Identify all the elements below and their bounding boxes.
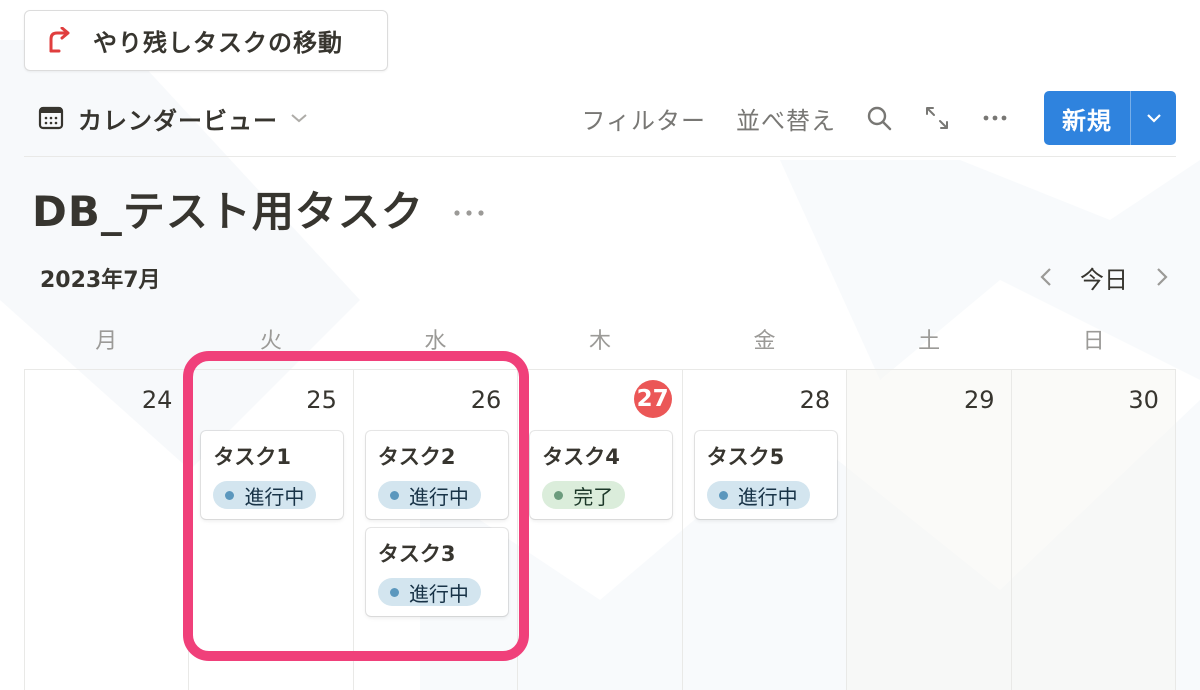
task-card[interactable]: タスク2 進行中 (365, 431, 508, 519)
day-number: 28 (799, 386, 831, 414)
weekday-label: 木 (588, 329, 611, 354)
new-button-label[interactable]: 新規 (1044, 91, 1130, 145)
status-label: 進行中 (408, 484, 469, 509)
task-title: タスク1 (213, 445, 292, 469)
chevron-right-icon[interactable] (1154, 266, 1170, 288)
day-cell[interactable]: 29 (847, 370, 1012, 690)
toolbar-actions: フィルター 並べ替え 新規 (581, 91, 1176, 145)
chevron-left-icon[interactable] (1038, 266, 1054, 288)
today-day-number: 27 (633, 380, 672, 418)
weekday-label: 火 (259, 329, 282, 354)
move-unfinished-tasks-button[interactable]: やり残しタスクの移動 (24, 10, 388, 71)
day-number: 26 (470, 386, 502, 414)
month-label: 2023年7月 (40, 268, 161, 293)
status-badge: 完了 (542, 481, 626, 509)
day-cell[interactable]: 28 タスク5 進行中 (683, 370, 848, 690)
status-badge: 進行中 (377, 481, 481, 509)
status-dot (718, 490, 728, 500)
more-options-icon[interactable] (452, 208, 486, 218)
move-unfinished-tasks-label: やり残しタスクの移動 (93, 29, 343, 57)
status-dot (554, 490, 564, 500)
task-card[interactable]: タスク1 進行中 (201, 431, 344, 519)
status-badge: 進行中 (213, 481, 317, 509)
redirect-arrow-icon (49, 26, 70, 52)
task-card[interactable]: タスク5 進行中 (694, 431, 837, 519)
sort-button[interactable]: 並べ替え (736, 101, 836, 136)
task-title: タスク5 (706, 445, 785, 469)
day-cell-today[interactable]: 27 タスク4 完了 (518, 370, 683, 690)
weekday-header: 月 火 水 木 金 土 日 (24, 322, 1176, 362)
weekday-label: 水 (424, 329, 447, 354)
day-cell[interactable]: 30 (1011, 370, 1176, 690)
status-dot (389, 490, 399, 500)
status-badge: 進行中 (377, 578, 481, 606)
weekday-label: 土 (918, 329, 941, 354)
day-number: 25 (306, 386, 337, 414)
status-label: 進行中 (244, 484, 305, 509)
new-dropdown[interactable] (1130, 91, 1176, 145)
day-number: 24 (141, 386, 173, 414)
database-title[interactable]: DB_テスト用タスク (32, 178, 424, 239)
view-toolbar: カレンダービュー フィルター 並べ替え 新規 (24, 88, 1176, 154)
status-badge: 進行中 (706, 481, 810, 509)
weekday-label: 月 (95, 329, 118, 354)
task-title: タスク2 (377, 445, 456, 469)
task-card[interactable]: タスク3 進行中 (365, 528, 508, 616)
search-icon[interactable] (866, 105, 892, 131)
day-cell[interactable]: 24 (25, 370, 190, 690)
status-label: 完了 (573, 484, 614, 509)
task-title: タスク3 (377, 542, 456, 566)
day-number: 29 (963, 386, 995, 414)
day-cell[interactable]: 26 タスク2 進行中 タスク3 進行中 (354, 370, 519, 690)
day-number: 30 (1128, 386, 1159, 414)
weekday-label: 日 (1082, 329, 1105, 354)
toolbar-divider (24, 156, 1176, 157)
task-title: タスク4 (542, 445, 620, 469)
status-dot (389, 587, 399, 597)
status-dot (225, 490, 235, 500)
database-title-row: DB_テスト用タスク (32, 178, 486, 239)
chevron-down-icon (1146, 114, 1161, 123)
filter-button[interactable]: フィルター (581, 101, 706, 136)
month-navigation: 今日 (1038, 258, 1170, 296)
chevron-down-icon (291, 114, 307, 123)
view-name: カレンダービュー (78, 106, 278, 135)
expand-icon[interactable] (924, 105, 950, 131)
weekday-label: 金 (753, 329, 776, 354)
more-options-icon[interactable] (982, 105, 1008, 131)
new-button[interactable]: 新規 (1044, 91, 1176, 145)
status-label: 進行中 (408, 581, 469, 606)
day-cell[interactable]: 25 タスク1 進行中 (189, 370, 354, 690)
status-label: 進行中 (737, 484, 798, 509)
today-button[interactable]: 今日 (1080, 260, 1128, 295)
calendar-icon (38, 106, 64, 130)
calendar-grid: 24 25 タスク1 進行中 26 タスク2 進行中 タスク3 進行中 27 タ… (24, 369, 1176, 690)
task-card[interactable]: タスク4 完了 (530, 431, 673, 519)
view-switcher[interactable]: カレンダービュー (38, 98, 308, 138)
